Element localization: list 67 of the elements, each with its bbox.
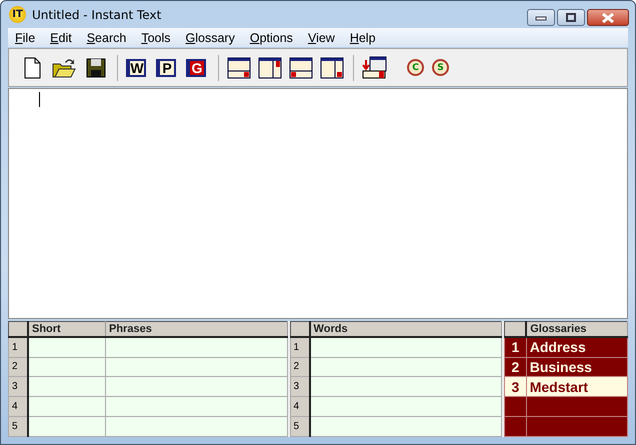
window-title: Untitled - Instant Text (32, 8, 162, 22)
table-cell[interactable] (106, 396, 288, 417)
menu-item[interactable]: Help (350, 30, 376, 44)
minimize-button[interactable] (527, 9, 555, 26)
toolbar-circle-button[interactable]: S (432, 59, 449, 76)
table-cell[interactable] (310, 376, 502, 397)
table-cell[interactable] (526, 396, 628, 417)
layout-icon[interactable] (227, 56, 251, 78)
list-entry-cell[interactable]: Business (526, 357, 628, 377)
table-cell[interactable] (504, 416, 526, 436)
toolbar-letter-button[interactable]: G (186, 58, 206, 76)
row-number: 4 (290, 396, 310, 417)
list-entry-cell[interactable]: Medstart (526, 376, 628, 397)
table-cell[interactable] (106, 357, 288, 377)
menu-item[interactable]: View (308, 30, 335, 44)
header-cell (504, 322, 526, 337)
menu-item[interactable]: Tools (141, 30, 171, 44)
table-cell[interactable] (106, 416, 288, 436)
table-cell[interactable] (310, 396, 502, 417)
table-cell[interactable] (28, 376, 106, 397)
header-cell (8, 322, 28, 337)
menu-item[interactable]: Options (250, 30, 293, 44)
toolbar-circle-button[interactable]: C (407, 59, 424, 76)
toolbar-letter-button[interactable]: P (156, 58, 176, 76)
entry-number-cell[interactable]: 1 (504, 336, 526, 358)
table-cell[interactable] (106, 336, 288, 358)
header-cell (290, 322, 310, 337)
row-number: 2 (290, 357, 310, 377)
layout-icon[interactable] (320, 56, 344, 78)
maximize-button[interactable] (557, 9, 585, 26)
insert-layout-icon[interactable] (362, 56, 388, 80)
text-cursor (39, 92, 40, 107)
entry-number-cell[interactable]: 2 (504, 357, 526, 377)
save-icon[interactable] (84, 56, 108, 80)
table-cell[interactable] (28, 396, 106, 417)
minimize-icon (534, 14, 548, 20)
table-cell[interactable] (526, 416, 628, 436)
row-number: 4 (8, 396, 28, 417)
toolbar-letter-button[interactable]: W (126, 58, 146, 76)
row-number: 1 (290, 336, 310, 358)
table-cell[interactable] (310, 416, 502, 436)
maximize-icon (564, 12, 578, 22)
row-number: 5 (8, 416, 28, 436)
table-cell[interactable] (28, 357, 106, 377)
layout-icon[interactable] (258, 56, 282, 78)
menu-item[interactable]: Edit (50, 30, 72, 44)
menu-item[interactable]: Search (86, 30, 126, 44)
menu-item[interactable]: Glossary (186, 30, 235, 44)
column-header: Glossaries (526, 322, 628, 337)
row-number: 2 (8, 357, 28, 377)
table-cell[interactable] (106, 376, 288, 397)
column-header: Short (28, 322, 106, 337)
menu-item[interactable]: File (15, 30, 36, 44)
entry-number-cell[interactable]: 3 (504, 376, 526, 397)
close-icon (601, 12, 615, 22)
row-number: 1 (8, 336, 28, 358)
table-cell[interactable] (28, 416, 106, 436)
table-cell[interactable] (504, 396, 526, 417)
app-logo: IT (9, 6, 26, 23)
row-number: 3 (290, 376, 310, 397)
close-button[interactable] (587, 9, 629, 26)
column-header: Phrases (106, 322, 288, 337)
row-number: 5 (290, 416, 310, 436)
table-cell[interactable] (310, 357, 502, 377)
column-header: Words (310, 322, 502, 337)
row-number: 3 (8, 376, 28, 397)
layout-icon[interactable] (289, 56, 313, 78)
